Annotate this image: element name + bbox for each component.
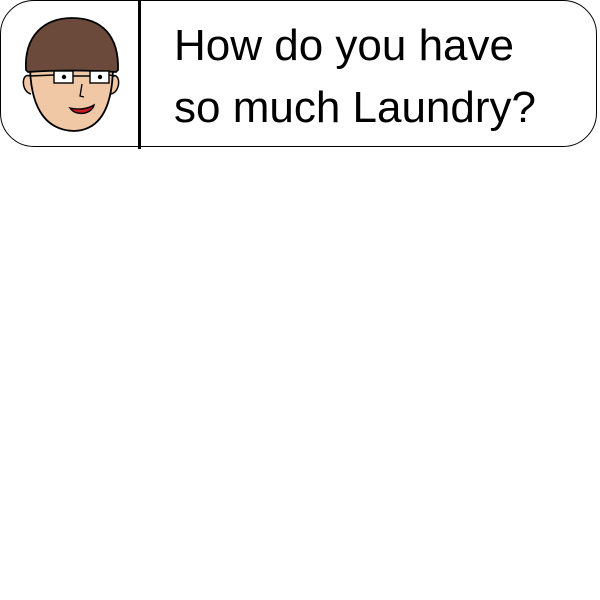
card-divider [138,0,141,149]
right-temple [108,74,116,77]
right-pupil [97,74,103,80]
speech-line-1: How do you have [174,21,514,70]
hair [25,17,119,73]
left-pupil [61,74,67,80]
speech-line-2: so much Laundry? [174,83,536,132]
man-with-glasses-face-icon [22,17,120,132]
left-temple [29,74,55,77]
